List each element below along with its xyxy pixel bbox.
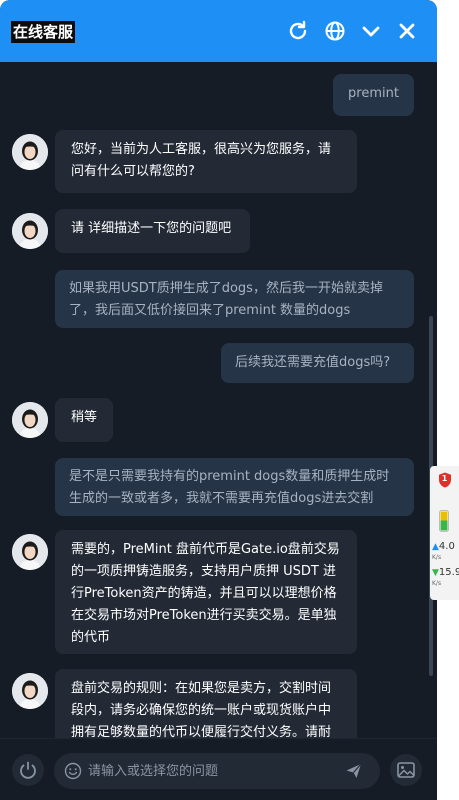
agent-bubble: 稍等: [55, 398, 113, 442]
network-monitor-widget[interactable]: 1 ▲4.0 K/s ▼15.9 K/s: [430, 466, 459, 600]
agent-avatar: [12, 213, 48, 249]
agent-avatar: [12, 402, 48, 438]
upload-speed: ▲4.0 K/s: [432, 541, 455, 562]
agent-avatar: [12, 534, 48, 570]
emoji-icon[interactable]: [64, 762, 82, 780]
security-badge-count: 1: [441, 474, 448, 483]
upload-speed-unit: K/s: [432, 554, 442, 561]
agent-bubble: 您好，当前为人工客服，很高兴为您服务，请问有什么可以帮您的?: [55, 130, 357, 193]
agent-bubble: 请 详细描述一下您的问题吧: [55, 209, 250, 253]
download-speed-unit: K/s: [432, 580, 442, 587]
message-input-box[interactable]: [54, 753, 380, 789]
chat-window: 在线客服 premint 您好，当前为人工客服，很高兴为您服务，请问有什么可以帮…: [0, 0, 437, 800]
chat-header: 在线客服: [0, 0, 437, 62]
user-bubble: 是不是只需要我持有的premint dogs数量和质押生成时生成的一致或者多，我…: [55, 458, 414, 516]
header-title: 在线客服: [11, 21, 76, 43]
chevron-down-icon[interactable]: [358, 18, 384, 44]
close-icon[interactable]: [394, 18, 420, 44]
user-bubble: 如果我用USDT质押生成了dogs，然后我一开始就卖掉了，我后面又低价接回来了p…: [55, 270, 414, 328]
refresh-icon[interactable]: [285, 18, 311, 44]
agent-bubble: 盘前交易的规则：在如果您是卖方，交割时间段内，请务必确保您的统一账户或现货账户中…: [55, 669, 357, 738]
agent-avatar: [12, 673, 48, 709]
globe-icon[interactable]: [322, 18, 348, 44]
user-bubble: 后续我还需要充值dogs吗?: [221, 343, 414, 383]
image-icon[interactable]: [390, 754, 422, 786]
message-input[interactable]: [88, 759, 338, 783]
agent-bubble: 需要的，PreMint 盘前代币是Gate.io盘前交易的一项质押铸造服务，支持…: [55, 530, 357, 654]
agent-avatar: [12, 134, 48, 170]
download-speed: ▼15.9 K/s: [432, 568, 459, 589]
power-icon[interactable]: [12, 754, 44, 786]
battery-icon: [439, 510, 449, 532]
download-speed-value: 15.9: [438, 567, 459, 578]
message-list[interactable]: premint 您好，当前为人工客服，很高兴为您服务，请问有什么可以帮您的? 请…: [0, 62, 437, 738]
upload-speed-value: 4.0: [438, 541, 455, 552]
chat-footer: [0, 738, 437, 800]
send-icon[interactable]: [344, 761, 364, 781]
user-bubble: premint: [333, 74, 414, 116]
